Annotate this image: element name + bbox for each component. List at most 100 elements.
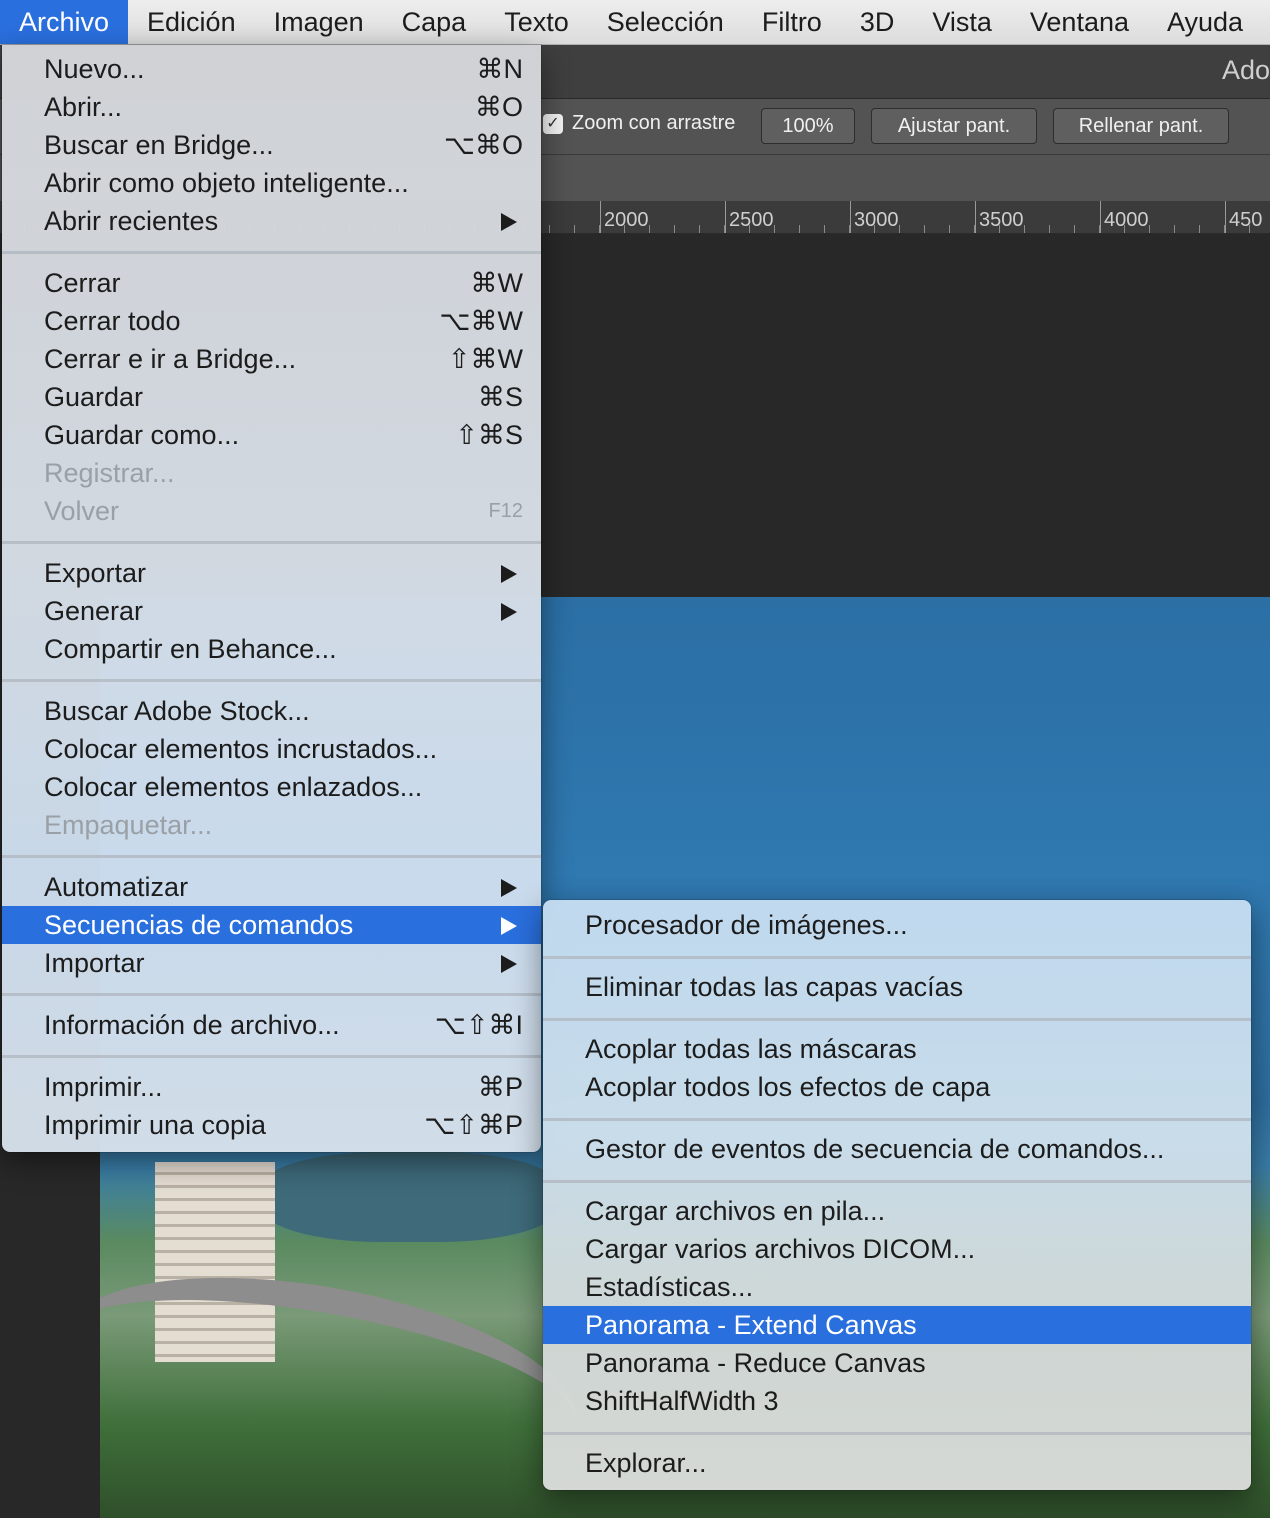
ruler-label: 450: [1229, 209, 1263, 231]
menu-separator: [543, 1018, 1251, 1021]
menu-item-colocar-incrustados[interactable]: Colocar elementos incrustados...: [2, 730, 541, 768]
menu-texto[interactable]: Texto: [485, 0, 588, 44]
menu-separator: [2, 993, 541, 996]
menu-separator: [543, 1118, 1251, 1121]
app-title: Ado: [1221, 55, 1270, 85]
menu-item-imprimir[interactable]: Imprimir... ⌘P: [2, 1068, 541, 1106]
menu-item-secuencias-de-comandos[interactable]: Secuencias de comandos: [2, 906, 541, 944]
submenu-arrow-icon: [501, 955, 517, 973]
photo-canal: [260, 1152, 560, 1242]
menu-separator: [2, 855, 541, 858]
menu-archivo[interactable]: Archivo: [0, 0, 129, 44]
submenu-item-procesador-imagenes[interactable]: Procesador de imágenes...: [543, 906, 1251, 944]
menu-separator: [543, 1180, 1251, 1183]
submenu-arrow-icon: [501, 917, 517, 935]
menu-item-informacion-archivo[interactable]: Información de archivo... ⌥⇧⌘I: [2, 1006, 541, 1044]
menu-separator: [2, 1055, 541, 1058]
submenu-arrow-icon: [501, 213, 517, 231]
shortcut: ⇧⌘W: [447, 344, 523, 374]
shortcut: ⌘W: [470, 268, 523, 298]
menu-item-registrar: Registrar...: [44, 458, 175, 488]
submenu-arrow-icon: [501, 879, 517, 897]
zoom-drag-checkbox[interactable]: ✓: [543, 114, 563, 134]
shortcut: ⇧⌘S: [455, 420, 523, 450]
menu-item-exportar[interactable]: Exportar: [2, 554, 541, 592]
photo-road: [100, 1243, 593, 1517]
ruler-label: 2500: [729, 209, 774, 231]
ruler-tick: [600, 201, 601, 233]
submenu-item-panorama-extend[interactable]: Panorama - Extend Canvas: [543, 1306, 1251, 1344]
menu-bar: Archivo Edición Imagen Capa Texto Selecc…: [0, 0, 1270, 45]
submenu-item-explorar[interactable]: Explorar...: [543, 1444, 1251, 1482]
scripts-submenu: Procesador de imágenes... Eliminar todas…: [543, 900, 1251, 1490]
menu-item-guardar[interactable]: Guardar ⌘S: [2, 378, 541, 416]
submenu-item-eliminar-capas-vacias[interactable]: Eliminar todas las capas vacías: [543, 968, 1251, 1006]
ruler-tick: [1225, 201, 1226, 233]
zoom-100-button[interactable]: 100%: [761, 108, 855, 144]
menu-item-cerrar-todo[interactable]: Cerrar todo ⌥⌘W: [2, 302, 541, 340]
fit-screen-button[interactable]: Ajustar pant.: [871, 108, 1037, 144]
shortcut: ⌘S: [477, 382, 523, 412]
file-menu: Nuevo... ⌘N Abrir... ⌘O Buscar en Bridge…: [2, 45, 541, 1152]
zoom-drag-label: Zoom con arrastre: [572, 112, 736, 134]
shortcut: ⌥⇧⌘I: [434, 1010, 523, 1040]
submenu-item-cargar-archivos-pila[interactable]: Cargar archivos en pila...: [543, 1192, 1251, 1230]
ruler-tick: [725, 201, 726, 233]
menu-vista[interactable]: Vista: [913, 0, 1011, 44]
ruler-label: 3000: [854, 209, 899, 231]
menu-item-cerrar[interactable]: Cerrar ⌘W: [2, 264, 541, 302]
menu-item-volver: Volver F12: [2, 492, 541, 530]
submenu-item-gestor-eventos[interactable]: Gestor de eventos de secuencia de comand…: [543, 1130, 1251, 1168]
menu-ventana[interactable]: Ventana: [1011, 0, 1148, 44]
fill-screen-button[interactable]: Rellenar pant.: [1053, 108, 1229, 144]
menu-item-generar[interactable]: Generar: [2, 592, 541, 630]
menu-item-abrir-recientes[interactable]: Abrir recientes: [2, 202, 541, 240]
menu-separator: [543, 956, 1251, 959]
menu-item-guardar-como[interactable]: Guardar como... ⇧⌘S: [2, 416, 541, 454]
menu-item-empaquetar: Empaquetar...: [44, 810, 213, 840]
submenu-item-cargar-dicom[interactable]: Cargar varios archivos DICOM...: [543, 1230, 1251, 1268]
menu-item-buscar-en-bridge[interactable]: Buscar en Bridge... ⌥⌘O: [2, 126, 541, 164]
menu-filtro[interactable]: Filtro: [743, 0, 841, 44]
menu-item-importar[interactable]: Importar: [2, 944, 541, 982]
ruler-label: 2000: [604, 209, 649, 231]
menu-separator: [2, 679, 541, 682]
menu-seleccion[interactable]: Selección: [588, 0, 743, 44]
menu-capa[interactable]: Capa: [383, 0, 486, 44]
submenu-item-acoplar-efectos[interactable]: Acoplar todos los efectos de capa: [543, 1068, 1251, 1106]
ruler-tick: [850, 201, 851, 233]
ruler-label: 3500: [979, 209, 1024, 231]
menu-item-colocar-enlazados[interactable]: Colocar elementos enlazados...: [2, 768, 541, 806]
menu-imagen[interactable]: Imagen: [255, 0, 383, 44]
menu-3d[interactable]: 3D: [841, 0, 914, 44]
menu-item-nuevo[interactable]: Nuevo... ⌘N: [2, 50, 541, 88]
ruler-tick: [975, 201, 976, 233]
shortcut: ⌘P: [477, 1072, 523, 1102]
submenu-arrow-icon: [501, 603, 517, 621]
shortcut: ⌘O: [474, 92, 523, 122]
menu-item-cerrar-ir-bridge[interactable]: Cerrar e ir a Bridge... ⇧⌘W: [2, 340, 541, 378]
shortcut: ⌥⇧⌘P: [424, 1110, 523, 1140]
shortcut: ⌥⌘W: [439, 306, 523, 336]
ruler-tick: [1100, 201, 1101, 233]
menu-ayuda[interactable]: Ayuda: [1148, 0, 1262, 44]
menu-item-automatizar[interactable]: Automatizar: [2, 868, 541, 906]
menu-separator: [2, 251, 541, 254]
submenu-item-acoplar-mascaras[interactable]: Acoplar todas las máscaras: [543, 1030, 1251, 1068]
menu-separator: [2, 541, 541, 544]
submenu-item-panorama-reduce[interactable]: Panorama - Reduce Canvas: [543, 1344, 1251, 1382]
menu-edicion[interactable]: Edición: [128, 0, 255, 44]
submenu-item-estadisticas[interactable]: Estadísticas...: [543, 1268, 1251, 1306]
ruler-label: 4000: [1104, 209, 1149, 231]
shortcut: ⌘N: [476, 54, 524, 84]
menu-item-abrir-objeto-inteligente[interactable]: Abrir como objeto inteligente...: [2, 164, 541, 202]
menu-item-compartir-behance[interactable]: Compartir en Behance...: [2, 630, 541, 668]
submenu-arrow-icon: [501, 565, 517, 583]
shortcut: ⌥⌘O: [443, 130, 523, 160]
menu-item-buscar-adobe-stock[interactable]: Buscar Adobe Stock...: [2, 692, 541, 730]
submenu-item-shifthalfwidth[interactable]: ShiftHalfWidth 3: [543, 1382, 1251, 1420]
menu-item-imprimir-copia[interactable]: Imprimir una copia ⌥⇧⌘P: [2, 1106, 541, 1144]
shortcut: F12: [488, 500, 523, 522]
menu-item-abrir[interactable]: Abrir... ⌘O: [2, 88, 541, 126]
menu-separator: [543, 1432, 1251, 1435]
